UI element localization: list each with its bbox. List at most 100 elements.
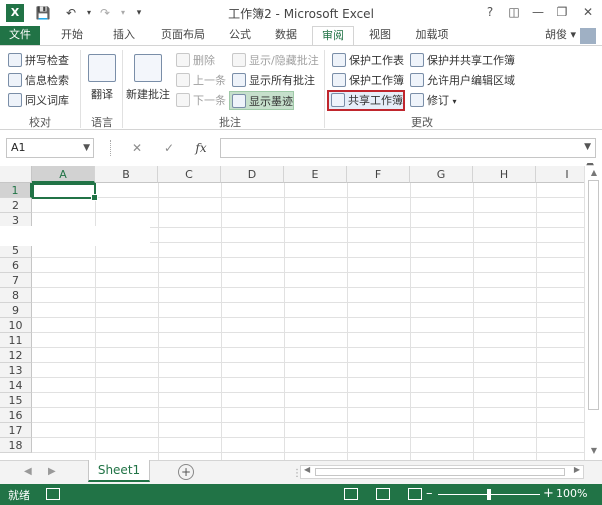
show-hide-comment-button[interactable]: 显示/隐藏批注 — [230, 51, 319, 70]
tab-insert[interactable]: 插入 — [104, 26, 144, 46]
select-all-corner[interactable] — [0, 166, 32, 183]
add-sheet-icon[interactable]: + — [178, 464, 194, 480]
tab-formulas[interactable]: 公式 — [222, 26, 258, 46]
ribbon: 拼写检查 信息检索 同义词库 校对 翻译 语言 新建批注 删除 上一条 下一条 … — [0, 45, 602, 167]
zoom-slider-thumb[interactable] — [487, 489, 491, 500]
previous-comment-button[interactable]: 上一条 — [174, 71, 226, 90]
formula-input[interactable]: ▼ — [220, 138, 596, 158]
grid-line — [221, 183, 222, 460]
row-header[interactable]: 9 — [0, 303, 32, 318]
zoom-out-icon[interactable]: – — [426, 486, 433, 501]
avatar[interactable] — [580, 28, 596, 44]
protect-workbook-button[interactable]: 保护工作簿 — [330, 71, 404, 90]
scroll-up-icon[interactable]: ▲ — [588, 168, 600, 177]
tab-page-layout[interactable]: 页面布局 — [150, 26, 216, 46]
column-header[interactable]: H — [473, 166, 536, 183]
tab-addins[interactable]: 加载项 — [408, 26, 456, 46]
row-header[interactable]: 1 — [0, 183, 32, 198]
minimize-icon[interactable]: — — [526, 2, 550, 22]
user-account[interactable]: 胡俊 ▾ — [545, 26, 576, 46]
new-comment-button[interactable]: 新建批注 — [124, 54, 172, 102]
expand-formula-icon[interactable]: ▼ — [584, 142, 591, 152]
row-header[interactable]: 10 — [0, 318, 32, 333]
scroll-left-icon[interactable]: ◀ — [304, 465, 310, 474]
column-header[interactable]: I — [536, 166, 584, 183]
research-icon — [8, 73, 22, 87]
column-header[interactable]: B — [95, 166, 158, 183]
active-cell[interactable] — [32, 183, 98, 201]
row-header[interactable]: 14 — [0, 378, 32, 393]
ribbon-display-options-icon[interactable]: ◫ — [502, 2, 526, 22]
normal-view-icon[interactable] — [344, 488, 358, 500]
research-button[interactable]: 信息检索 — [6, 71, 69, 90]
row-header[interactable]: 17 — [0, 423, 32, 438]
row-header[interactable]: 8 — [0, 288, 32, 303]
thesaurus-button[interactable]: 同义词库 — [6, 91, 69, 110]
tab-data[interactable]: 数据 — [266, 26, 306, 46]
scroll-thumb[interactable] — [588, 180, 599, 410]
row-header[interactable]: 18 — [0, 438, 32, 453]
delete-comment-icon — [176, 53, 190, 67]
previous-sheet-icon[interactable]: ◀ — [24, 466, 32, 477]
row-header[interactable]: 7 — [0, 273, 32, 288]
scroll-down-icon[interactable]: ▼ — [588, 446, 600, 455]
macro-record-icon[interactable] — [46, 488, 60, 500]
cancel-icon[interactable]: ✕ — [126, 138, 148, 158]
scroll-right-icon[interactable]: ▶ — [574, 465, 580, 474]
ribbon-tabs: 文件 开始 插入 页面布局 公式 数据 审阅 视图 加载项 — [0, 26, 602, 46]
protect-sheet-button[interactable]: 保护工作表 — [330, 51, 404, 70]
allow-edit-ranges-button[interactable]: 允许用户编辑区域 — [408, 71, 515, 90]
zoom-in-icon[interactable]: + — [543, 486, 554, 501]
row-header[interactable]: 12 — [0, 348, 32, 363]
worksheet-grid[interactable]: A B C D E F G H I 1 2 3 4 5 6 7 8 9 10 1… — [0, 166, 584, 460]
grid-line — [32, 212, 584, 213]
resize-handle[interactable] — [110, 140, 113, 156]
track-changes-button[interactable]: 修订 ▾ — [408, 91, 457, 110]
horizontal-scrollbar[interactable]: ◀ ▶ — [300, 465, 584, 479]
column-header[interactable]: A — [32, 166, 95, 183]
protect-and-share-button[interactable]: 保护并共享工作簿 — [408, 51, 515, 70]
show-all-comments-button[interactable]: 显示所有批注 — [230, 71, 315, 90]
share-workbook-button[interactable]: 共享工作簿 — [327, 90, 405, 111]
help-icon[interactable]: ? — [478, 2, 502, 22]
page-break-view-icon[interactable] — [408, 488, 422, 500]
translate-button[interactable]: 翻译 — [84, 54, 120, 102]
name-box[interactable]: A1 ▼ — [6, 138, 94, 158]
row-header[interactable]: 2 — [0, 198, 32, 213]
row-header[interactable]: 16 — [0, 408, 32, 423]
next-comment-button[interactable]: 下一条 — [174, 91, 226, 110]
zoom-level[interactable]: 100% — [556, 487, 587, 500]
grid-line — [536, 183, 537, 460]
share-workbook-icon — [331, 93, 345, 107]
row-header[interactable]: 11 — [0, 333, 32, 348]
grid-line — [410, 183, 411, 460]
delete-comment-button[interactable]: 删除 — [174, 51, 215, 70]
column-header[interactable]: C — [158, 166, 221, 183]
chevron-down-icon[interactable]: ▼ — [83, 139, 90, 157]
row-header[interactable]: 15 — [0, 393, 32, 408]
next-sheet-icon[interactable]: ▶ — [48, 466, 56, 477]
sheet-tab[interactable]: Sheet1 — [88, 460, 150, 482]
column-header[interactable]: E — [284, 166, 347, 183]
enter-icon[interactable]: ✓ — [158, 138, 180, 158]
page-layout-view-icon[interactable] — [376, 488, 390, 500]
tab-home[interactable]: 开始 — [52, 26, 92, 46]
row-header[interactable]: 13 — [0, 363, 32, 378]
insert-function-button[interactable]: fx — [190, 138, 212, 158]
grid-line — [32, 257, 584, 258]
restore-icon[interactable]: ❐ — [550, 2, 574, 22]
tab-file[interactable]: 文件 — [0, 26, 40, 46]
grid-line — [32, 452, 584, 453]
column-header[interactable]: G — [410, 166, 473, 183]
tab-view[interactable]: 视图 — [360, 26, 400, 46]
row-header[interactable]: 6 — [0, 258, 32, 273]
column-header[interactable]: D — [221, 166, 284, 183]
vertical-scrollbar[interactable]: ▲ ▼ — [584, 166, 602, 460]
show-ink-button[interactable]: 显示墨迹 — [229, 91, 294, 110]
grid-line — [32, 272, 584, 273]
spell-check-button[interactable]: 拼写检查 — [6, 51, 69, 70]
close-icon[interactable]: ✕ — [576, 2, 600, 22]
scroll-thumb[interactable] — [315, 468, 565, 476]
tab-review[interactable]: 审阅 — [312, 26, 354, 46]
column-header[interactable]: F — [347, 166, 410, 183]
